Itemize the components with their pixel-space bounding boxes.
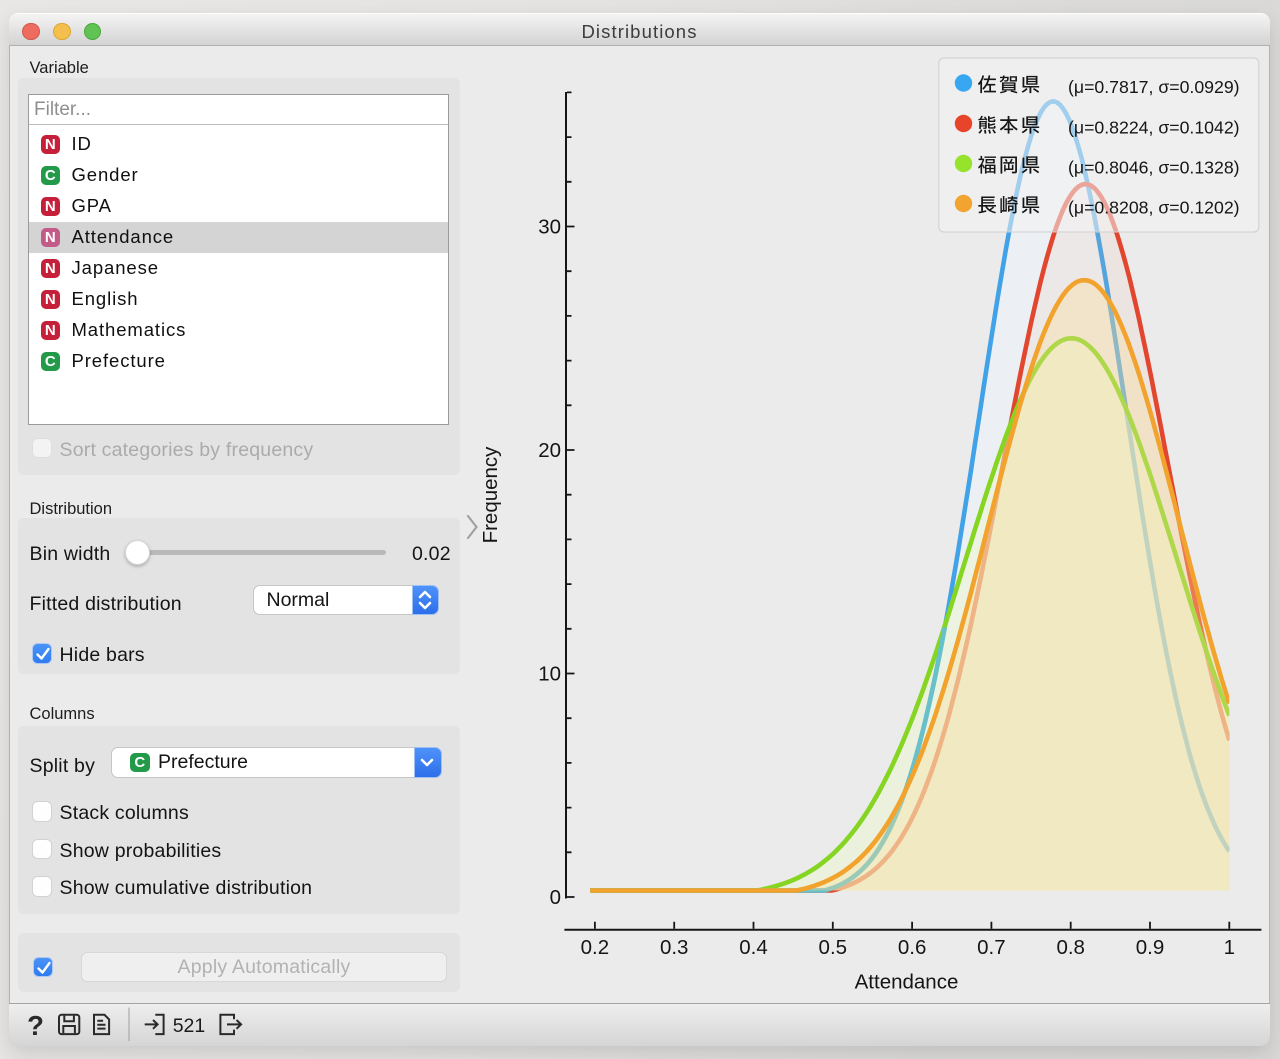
svg-text:0.9: 0.9: [1136, 936, 1165, 959]
svg-text:521: 521: [173, 1015, 206, 1037]
svg-text:Attendance: Attendance: [855, 971, 959, 994]
svg-text:Frequency: Frequency: [480, 446, 502, 544]
svg-text:10: 10: [538, 663, 561, 686]
svg-text:(μ=0.7817, σ=0.0929): (μ=0.7817, σ=0.0929): [1068, 77, 1240, 97]
svg-text:0.5: 0.5: [819, 936, 848, 959]
svg-text:?: ?: [27, 1010, 44, 1041]
svg-text:0.6: 0.6: [898, 936, 927, 959]
svg-text:(μ=0.8046, σ=0.1328): (μ=0.8046, σ=0.1328): [1068, 157, 1240, 177]
svg-text:0: 0: [550, 886, 561, 909]
svg-text:20: 20: [538, 439, 561, 462]
svg-text:0.4: 0.4: [739, 936, 768, 959]
svg-text:(μ=0.8224, σ=0.1042): (μ=0.8224, σ=0.1042): [1068, 117, 1240, 137]
svg-text:0.3: 0.3: [660, 936, 689, 959]
svg-text:30: 30: [538, 216, 561, 239]
svg-text:1: 1: [1224, 936, 1235, 959]
svg-text:0.2: 0.2: [581, 936, 610, 959]
svg-text:0.7: 0.7: [977, 936, 1006, 959]
svg-text:(μ=0.8208, σ=0.1202): (μ=0.8208, σ=0.1202): [1068, 197, 1240, 217]
svg-text:0.8: 0.8: [1056, 936, 1085, 959]
